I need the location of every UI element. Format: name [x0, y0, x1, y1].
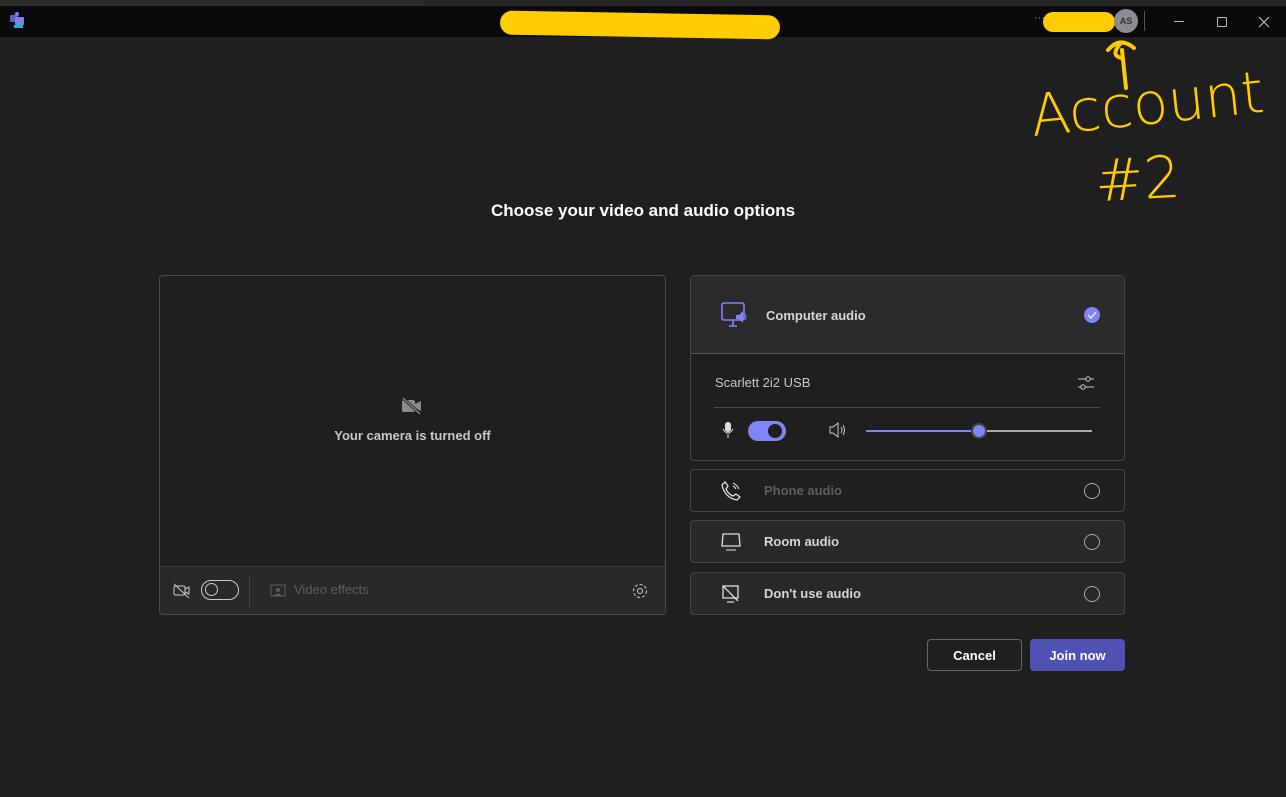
room-audio-icon — [721, 532, 741, 550]
settings-gear-icon[interactable] — [631, 582, 649, 600]
volume-thumb[interactable] — [971, 423, 987, 439]
video-effects-button[interactable]: Video effects — [268, 582, 369, 597]
video-preview: Your camera is turned off Video effects — [159, 275, 666, 615]
microphone-toggle[interactable] — [748, 421, 786, 441]
divider — [714, 407, 1100, 408]
device-settings-icon[interactable] — [1077, 375, 1095, 391]
speaker-icon — [829, 422, 845, 438]
room-audio-option[interactable]: Room audio — [690, 520, 1125, 563]
no-audio-option[interactable]: Don't use audio — [690, 572, 1125, 615]
option-label: Don't use audio — [764, 586, 861, 601]
camera-off-icon — [401, 397, 422, 415]
camera-toggle[interactable] — [201, 580, 239, 600]
page-title: Choose your video and audio options — [490, 201, 796, 220]
teams-logo-icon — [10, 12, 24, 28]
microphone-icon — [722, 422, 734, 438]
video-effects-label: Video effects — [294, 582, 369, 597]
close-button[interactable] — [1244, 6, 1284, 37]
account-avatar[interactable]: AS — [1114, 9, 1138, 33]
computer-audio-icon — [721, 302, 747, 327]
option-label: Room audio — [764, 534, 840, 549]
selected-check-icon — [1084, 307, 1100, 323]
camera-off-icon — [173, 583, 190, 598]
redaction-scribble — [1043, 12, 1115, 32]
join-now-button[interactable]: Join now — [1030, 639, 1125, 671]
option-label: Phone audio — [764, 483, 842, 498]
radio-button[interactable] — [1084, 585, 1100, 602]
video-effects-icon — [270, 584, 286, 596]
redaction-scribble — [499, 10, 781, 40]
minimize-button[interactable] — [1159, 6, 1199, 37]
divider — [249, 575, 250, 607]
annotation-account: Account — [1027, 57, 1268, 151]
computer-audio-label: Computer audio — [766, 308, 866, 323]
camera-status: Your camera is turned off — [334, 428, 491, 443]
computer-audio-card[interactable]: Computer audio Scarlett 2i2 USB — [690, 275, 1125, 461]
maximize-button[interactable] — [1202, 6, 1242, 37]
divider — [1144, 11, 1145, 31]
radio-button[interactable] — [1084, 533, 1100, 550]
phone-audio-icon — [721, 480, 741, 501]
video-controls: Video effects — [160, 566, 665, 614]
phone-audio-option[interactable]: Phone audio — [690, 469, 1125, 512]
no-audio-icon — [722, 584, 739, 603]
radio-button[interactable] — [1084, 482, 1100, 499]
audio-device-name: Scarlett 2i2 USB — [715, 375, 811, 390]
cancel-button[interactable]: Cancel — [927, 639, 1022, 671]
speaker-volume-slider[interactable] — [866, 423, 1092, 439]
